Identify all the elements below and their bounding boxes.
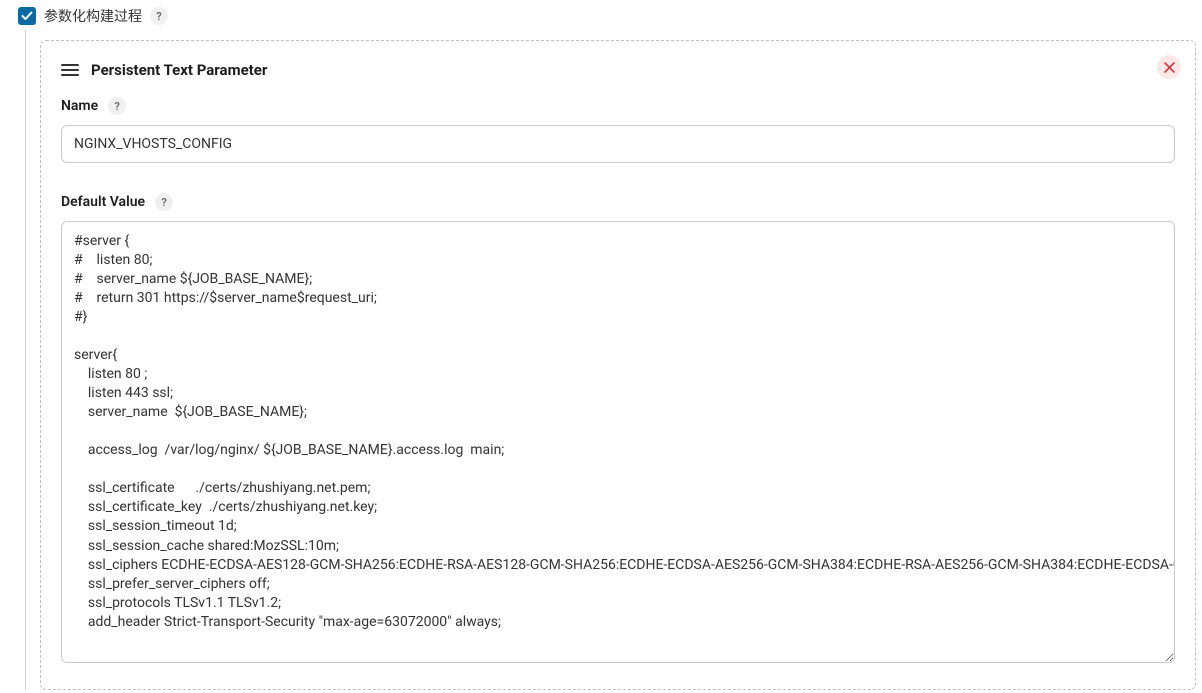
parameter-header: Persistent Text Parameter — [61, 61, 1175, 79]
name-input[interactable] — [61, 125, 1175, 163]
help-icon[interactable]: ? — [108, 97, 126, 115]
default-value-textarea[interactable] — [61, 221, 1175, 663]
config-container: 参数化构建过程 ? Persistent Text Parameter Name… — [0, 0, 1202, 693]
name-label: Name — [61, 98, 98, 114]
name-label-row: Name ? — [61, 97, 1175, 115]
name-field: Name ? — [61, 97, 1175, 163]
help-icon[interactable]: ? — [155, 193, 173, 211]
parameter-title: Persistent Text Parameter — [91, 61, 267, 79]
tree-line — [25, 30, 26, 690]
parameterized-build-row: 参数化构建过程 ? — [18, 6, 1202, 26]
drag-handle-icon[interactable] — [61, 64, 79, 76]
help-icon[interactable]: ? — [150, 7, 168, 25]
default-value-label: Default Value — [61, 194, 145, 210]
parameterized-build-label: 参数化构建过程 — [44, 6, 142, 26]
default-value-field: Default Value ? — [61, 193, 1175, 667]
close-icon — [1164, 62, 1175, 73]
remove-parameter-button[interactable] — [1157, 55, 1181, 79]
textarea-wrapper — [61, 221, 1175, 667]
default-value-label-row: Default Value ? — [61, 193, 1175, 211]
parameter-block: Persistent Text Parameter Name ? Default… — [40, 40, 1196, 690]
parameterized-build-checkbox[interactable] — [18, 7, 36, 25]
check-icon — [21, 10, 33, 22]
